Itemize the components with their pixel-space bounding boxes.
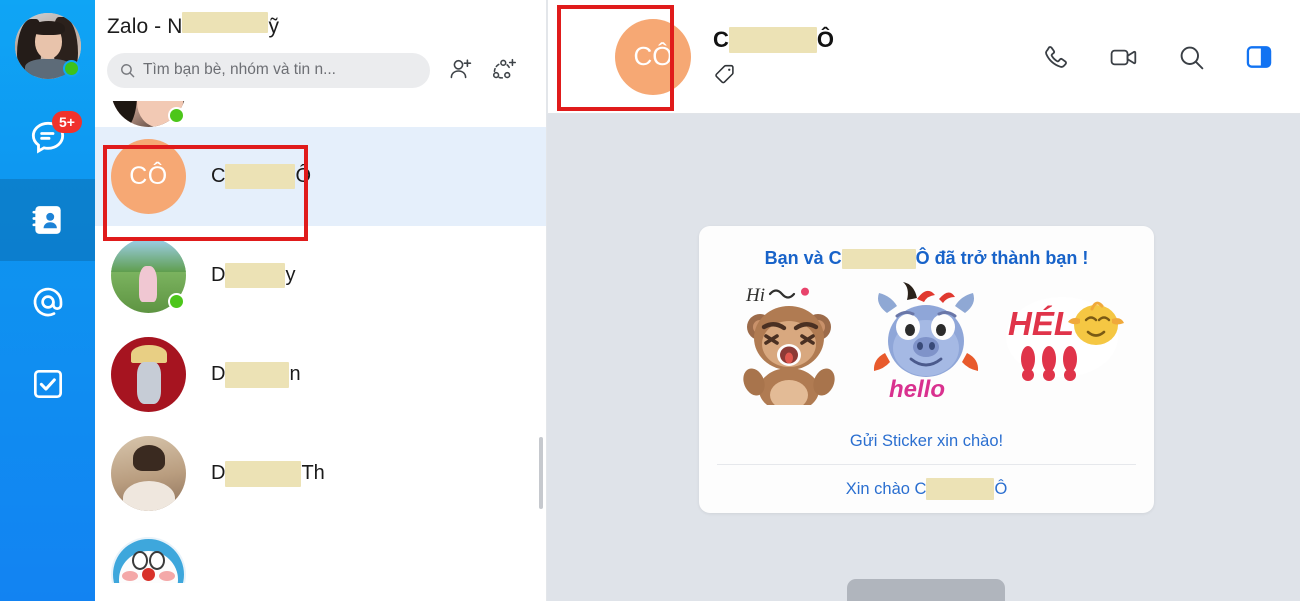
compose-bar-placeholder (847, 579, 1005, 601)
svg-text:Hi: Hi (745, 285, 765, 306)
redacted-name (841, 248, 916, 269)
contact-name-prefix: D (211, 264, 226, 286)
add-friend-button[interactable] (440, 49, 482, 91)
online-status-dot (168, 293, 185, 310)
conversation-header: CÔ CÔ (547, 0, 1300, 114)
online-status-dot (168, 107, 185, 124)
avatar-initials: CÔ (129, 162, 168, 190)
svg-text:hello: hello (889, 376, 945, 403)
avatar-initials: CÔ (633, 41, 673, 71)
conversation-actions (1032, 34, 1282, 80)
app-title-prefix: Zalo - N (107, 15, 183, 38)
list-item[interactable]: D Th (95, 424, 546, 523)
send-sticker-link[interactable]: Gửi Sticker xin chào! (699, 419, 1154, 464)
contact-name-prefix: D (211, 462, 226, 484)
contact-name-suffix: n (289, 363, 301, 385)
contact-name-suffix: Th (301, 462, 325, 484)
add-group-button[interactable] (482, 49, 524, 91)
blue-monster-hello-sticker[interactable]: hello (867, 275, 987, 405)
redacted-name (926, 478, 995, 500)
avatar: CÔ (111, 139, 186, 214)
avatar (111, 436, 186, 511)
conversation-panel: CÔ CÔ Bạn và C Ô đã trở thành bạn ! Hi h… (547, 0, 1300, 601)
list-item[interactable]: Dn (95, 325, 546, 424)
redacted-name (225, 460, 302, 487)
contacts-book-icon (31, 206, 61, 234)
video-call-button[interactable] (1100, 34, 1146, 80)
add-group-icon (492, 58, 516, 79)
greeting-prefix: Xin chào C (845, 479, 927, 498)
contact-list-panel: Zalo - N ỹ Tìm bạn bè, nhóm và tin n... C… (95, 0, 547, 601)
video-camera-icon (1110, 49, 1136, 65)
page-title: Zalo - N ỹ (107, 12, 546, 39)
phone-call-icon (1044, 45, 1067, 68)
avatar (111, 337, 186, 412)
contact-name-prefix: C (211, 165, 226, 187)
send-greeting-link[interactable]: Xin chào C Ô (699, 465, 1154, 513)
tag-label-icon (715, 64, 734, 84)
search-icon (1180, 46, 1203, 69)
conversation-meta: CÔ (713, 27, 834, 86)
contact-name-prefix: D (211, 363, 226, 385)
search-row: Tìm bạn bè, nhóm và tin n... (107, 49, 546, 91)
conversation-title: CÔ (713, 27, 834, 53)
search-input[interactable]: Tìm bạn bè, nhóm và tin n... (107, 52, 430, 88)
redacted-name (728, 27, 817, 53)
avatar (111, 537, 186, 583)
search-conversation-button[interactable] (1168, 34, 1214, 80)
sticker-row: Hi hello HÉL (699, 269, 1154, 419)
svg-text:HÉL: HÉL (1008, 305, 1074, 342)
app-title-suffix: ỹ (268, 15, 280, 38)
hello-text-chick-sticker[interactable]: HÉL (1004, 275, 1124, 405)
nav-contacts[interactable] (0, 179, 95, 261)
list-item-label: Dy (211, 263, 295, 288)
greeting-suffix: Ô (994, 479, 1008, 498)
bear-hi-sticker[interactable]: Hi (730, 275, 850, 412)
redacted-name (225, 164, 296, 189)
nav-tasks[interactable] (0, 343, 95, 425)
list-item-label: CÔ (211, 164, 311, 189)
list-header: Zalo - N ỹ Tìm bạn bè, nhóm và tin n... (95, 0, 546, 101)
welcome-title-suffix: Ô đã trở thành bạn ! (915, 248, 1089, 268)
welcome-title: Bạn và C Ô đã trở thành bạn ! (699, 248, 1154, 269)
list-scrollbar[interactable] (539, 437, 543, 509)
nav-messages[interactable]: 5+ (0, 97, 95, 179)
avatar[interactable]: CÔ (615, 18, 691, 95)
online-status-dot (62, 60, 80, 77)
list-item-label: D Th (211, 460, 325, 487)
checkbox-task-icon (33, 369, 62, 399)
list-item[interactable] (95, 523, 546, 583)
left-nav-rail: 5+ (0, 0, 95, 601)
redacted-name (225, 361, 290, 388)
contact-list[interactable]: CÔ CÔ Dy D n D Th (95, 101, 546, 601)
search-icon (119, 62, 136, 79)
sidebar-panel-icon (1246, 46, 1272, 68)
contact-name-suffix: y (285, 264, 296, 286)
search-placeholder-text: Tìm bạn bè, nhóm và tin n... (143, 61, 336, 78)
conversation-name-suffix: Ô (816, 27, 835, 52)
welcome-title-prefix: Bạn và C (764, 248, 842, 268)
conversation-tag-row[interactable] (713, 61, 834, 86)
list-item[interactable]: Dy (95, 226, 546, 325)
conversation-name-prefix: C (713, 27, 729, 52)
voice-call-button[interactable] (1032, 34, 1078, 80)
redacted-name (182, 12, 269, 33)
nav-mentions[interactable] (0, 261, 95, 343)
contact-name-suffix: Ô (295, 165, 312, 187)
list-item[interactable]: CÔ CÔ (95, 127, 546, 226)
add-friend-icon (450, 59, 472, 79)
list-item-label: Dn (211, 361, 301, 388)
status-badge: 5+ (52, 111, 82, 133)
avatar[interactable] (14, 13, 81, 79)
zalo-desktop-window: 5+ Zalo - N ỹ Tìm bạn bè, nhóm và tin n.… (0, 0, 1300, 601)
toggle-info-panel-button[interactable] (1236, 34, 1282, 80)
at-mention-icon (33, 287, 62, 317)
nav-items: 5+ (0, 97, 95, 425)
list-item[interactable] (95, 101, 546, 127)
message-area: Bạn và C Ô đã trở thành bạn ! Hi hello HÉ… (547, 114, 1300, 601)
redacted-name (225, 263, 286, 288)
friendship-welcome-card: Bạn và C Ô đã trở thành bạn ! Hi hello HÉ… (699, 226, 1154, 513)
